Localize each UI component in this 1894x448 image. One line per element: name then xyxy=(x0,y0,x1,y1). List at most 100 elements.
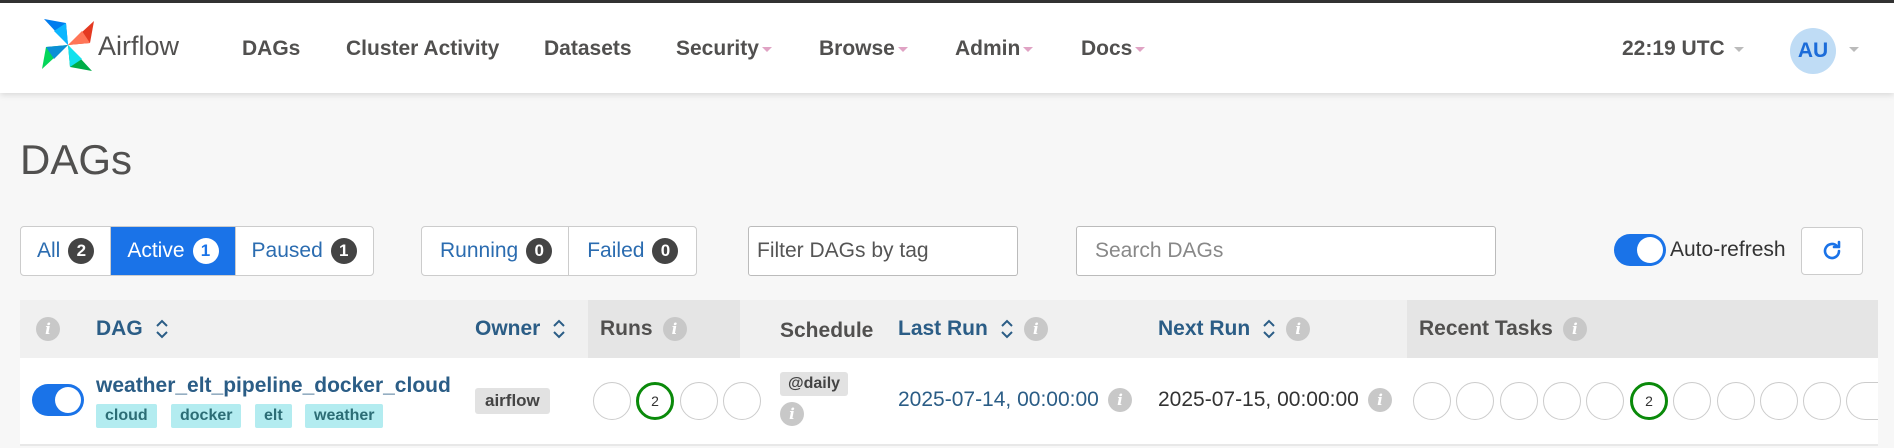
run-state-circle[interactable] xyxy=(680,382,718,420)
nav-cluster-activity[interactable]: Cluster Activity xyxy=(346,37,499,61)
filter-running-button[interactable]: Running 0 xyxy=(422,227,570,275)
schedule-chip[interactable]: @daily xyxy=(780,372,849,396)
refresh-icon xyxy=(1823,240,1841,260)
filter-active-button[interactable]: Active 1 xyxy=(111,227,236,275)
info-icon[interactable]: i xyxy=(780,402,804,426)
next-run-text: 2025-07-15, 00:00:00 xyxy=(1158,388,1359,411)
last-run-link[interactable]: 2025-07-14, 00:00:00 xyxy=(898,388,1099,412)
filter-paused-button[interactable]: Paused 1 xyxy=(236,227,373,275)
clock-label: 22:19 UTC xyxy=(1622,37,1725,60)
run-state-filter-group: Running 0 Failed 0 xyxy=(421,226,698,276)
info-icon[interactable]: i xyxy=(1023,317,1048,341)
nav-security-label: Security xyxy=(676,37,759,60)
task-state-circle[interactable] xyxy=(1673,382,1711,420)
task-state-circle[interactable] xyxy=(1803,382,1841,420)
filter-all-button[interactable]: All 2 xyxy=(21,227,112,275)
chevron-down-icon[interactable] xyxy=(1849,47,1859,52)
filter-active-label: Active xyxy=(127,239,185,262)
info-icon[interactable]: i xyxy=(1108,388,1132,412)
task-state-circle[interactable] xyxy=(1846,382,1878,420)
filter-all-label: All xyxy=(37,239,61,262)
filter-running-label: Running xyxy=(440,239,519,262)
dag-tag[interactable]: elt xyxy=(255,404,292,428)
info-icon[interactable]: i xyxy=(1286,317,1311,341)
filter-failed-label: Failed xyxy=(587,239,645,262)
task-state-circle[interactable] xyxy=(1586,382,1624,420)
info-icon[interactable]: i xyxy=(662,317,687,341)
task-state-circle[interactable] xyxy=(1543,382,1581,420)
navbar: Airflow DAGs Cluster Activity Datasets S… xyxy=(0,3,1894,93)
task-state-circle[interactable] xyxy=(1456,382,1494,420)
brand-name[interactable]: Airflow xyxy=(98,31,179,62)
header-next-run[interactable]: Next Run i xyxy=(1158,300,1311,358)
nav-docs-label: Docs xyxy=(1081,37,1133,60)
header-recent-tasks: Recent Tasks i xyxy=(1419,300,1587,358)
auto-refresh-toggle[interactable] xyxy=(1614,234,1666,266)
info-icon: i xyxy=(36,317,60,341)
nav-security[interactable]: Security xyxy=(676,37,772,61)
count-badge: 0 xyxy=(526,238,553,264)
chevron-down-icon xyxy=(1135,46,1146,52)
run-state-circle[interactable]: 2 xyxy=(636,382,674,420)
filter-failed-button[interactable]: Failed 0 xyxy=(569,227,696,275)
header-owner-label: Owner xyxy=(475,317,541,340)
dag-id-link[interactable]: weather_elt_pipeline_docker_cloud xyxy=(96,374,451,398)
header-owner[interactable]: Owner xyxy=(475,300,566,358)
dag-tag[interactable]: docker xyxy=(171,404,242,428)
page-title: DAGs xyxy=(20,136,133,183)
header-dag-label: DAG xyxy=(96,317,143,340)
chevron-down-icon xyxy=(897,46,908,52)
refresh-button[interactable] xyxy=(1801,227,1863,275)
count-badge: 2 xyxy=(68,238,95,264)
nav-dags[interactable]: DAGs xyxy=(242,37,300,61)
nav-docs[interactable]: Docs xyxy=(1081,37,1146,61)
nav-admin[interactable]: Admin xyxy=(955,37,1034,61)
nav-browse[interactable]: Browse xyxy=(819,37,908,61)
dag-tag[interactable]: weather xyxy=(305,404,384,428)
task-state-circle[interactable] xyxy=(1413,382,1451,420)
count-badge: 1 xyxy=(192,238,219,264)
auto-refresh-label: Auto-refresh xyxy=(1670,238,1786,261)
header-last-run-label: Last Run xyxy=(898,317,988,340)
nav-admin-label: Admin xyxy=(955,37,1021,60)
run-state-circle[interactable] xyxy=(593,382,631,420)
nav-browse-label: Browse xyxy=(819,37,895,60)
dags-table-header: i DAG Owner Runs i Schedule Last Run i Ne… xyxy=(20,300,1878,358)
header-runs-label: Runs xyxy=(600,317,653,340)
clock-dropdown[interactable]: 22:19 UTC xyxy=(1622,37,1744,61)
header-schedule: Schedule xyxy=(780,319,874,342)
info-icon[interactable]: i xyxy=(1562,317,1587,341)
status-filter-group: All 2 Active 1 Paused 1 xyxy=(20,226,374,276)
header-recent-tasks-label: Recent Tasks xyxy=(1419,317,1553,340)
filter-paused-label: Paused xyxy=(251,239,323,262)
user-avatar[interactable]: AU xyxy=(1790,28,1836,74)
chevron-down-icon xyxy=(1023,46,1034,52)
chevron-down-icon xyxy=(1733,46,1744,52)
sort-icon xyxy=(155,319,168,339)
task-state-circle[interactable] xyxy=(1717,382,1755,420)
header-dag[interactable]: DAG xyxy=(96,300,169,358)
task-state-circle[interactable]: 2 xyxy=(1630,382,1668,420)
sort-icon xyxy=(553,319,566,339)
task-state-circle[interactable] xyxy=(1760,382,1798,420)
header-next-run-label: Next Run xyxy=(1158,317,1251,340)
dag-tag[interactable]: cloud xyxy=(96,404,157,428)
tag-filter-input[interactable]: Filter DAGs by tag xyxy=(748,226,1018,276)
airflow-logo-icon[interactable] xyxy=(40,17,96,73)
nav-datasets[interactable]: Datasets xyxy=(544,37,632,61)
toggle-knob xyxy=(1637,237,1663,263)
header-runs: Runs i xyxy=(600,300,687,358)
task-state-circle[interactable] xyxy=(1500,382,1538,420)
table-row: weather_elt_pipeline_docker_cloud cloud … xyxy=(20,358,1878,446)
run-state-circle[interactable] xyxy=(723,382,761,420)
search-dags-input[interactable]: Search DAGs xyxy=(1076,226,1496,276)
chevron-down-icon xyxy=(761,46,772,52)
info-icon[interactable]: i xyxy=(1368,388,1392,412)
sort-icon xyxy=(1001,319,1013,339)
owner-chip[interactable]: airflow xyxy=(475,388,550,414)
dag-active-toggle[interactable] xyxy=(32,384,84,416)
header-last-run[interactable]: Last Run i xyxy=(898,300,1048,358)
toggle-column-info[interactable]: i xyxy=(36,300,60,358)
count-badge: 0 xyxy=(652,238,679,264)
sort-icon xyxy=(1263,319,1275,339)
